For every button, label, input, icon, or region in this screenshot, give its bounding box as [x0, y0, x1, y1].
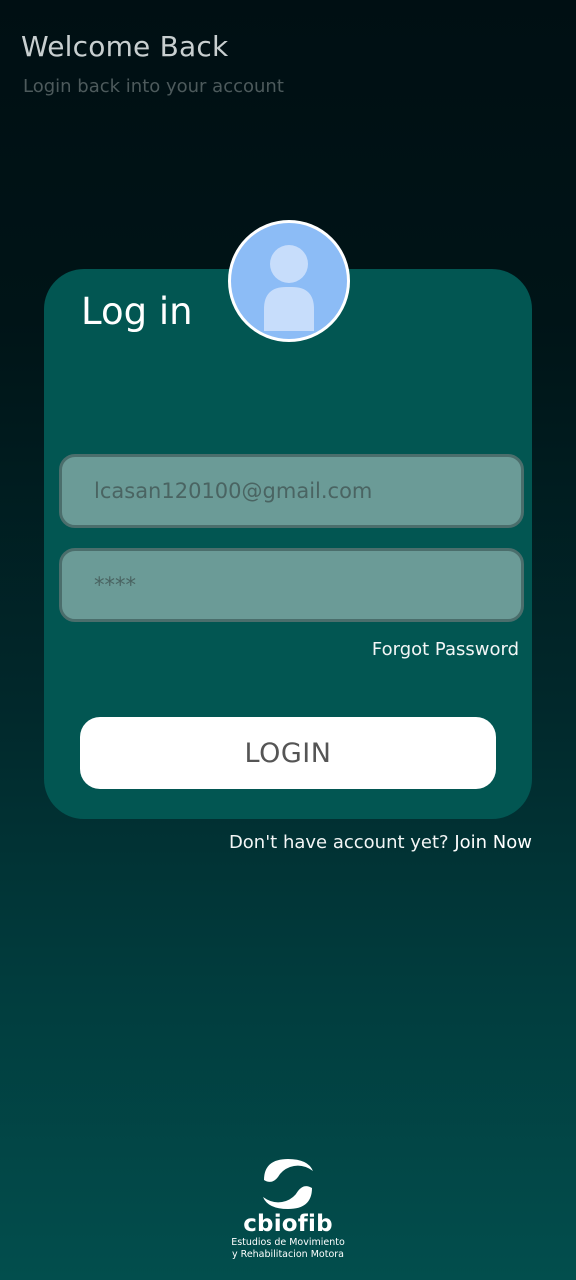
signup-prompt-text: Don't have account yet?: [228, 832, 449, 853]
logo: cbiofib Estudios de Movimiento y Rehabil…: [220, 1155, 356, 1270]
email-input[interactable]: [62, 457, 521, 525]
email-field[interactable]: [59, 454, 524, 528]
login-button[interactable]: LOGIN: [80, 717, 496, 789]
password-field[interactable]: [59, 548, 524, 622]
wave-logo-icon: [263, 1159, 313, 1209]
header-title: Welcome Back: [21, 30, 229, 63]
signup-prompt: Don't have account yet? Join Now: [229, 832, 532, 853]
avatar: [228, 220, 350, 342]
password-input[interactable]: [62, 551, 521, 619]
header-subtitle: Login back into your account: [23, 76, 284, 97]
card-title: Log in: [81, 290, 193, 333]
logo-wordmark: cbiofib: [243, 1211, 333, 1237]
forgot-password-link[interactable]: Forgot Password: [372, 639, 519, 660]
logo-tagline-1: Estudios de Movimiento: [231, 1237, 345, 1248]
logo-tagline-2: y Rehabilitacion Motora: [232, 1249, 344, 1260]
user-avatar-icon: [264, 245, 314, 331]
join-now-link[interactable]: Join Now: [454, 832, 532, 853]
